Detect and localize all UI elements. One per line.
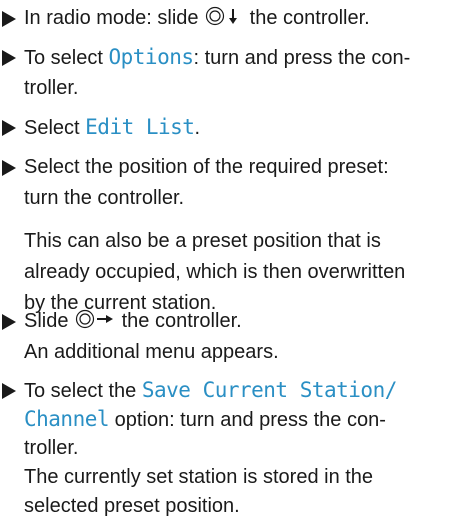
step-text: option: turn and press the con- [114, 409, 386, 431]
step-text: : turn and press the con- [193, 47, 411, 69]
menu-term-channel: Channel [24, 407, 110, 431]
menu-term-options: Options [108, 45, 195, 69]
note-text: This can also be a preset position that … [24, 230, 381, 252]
triangle-right-icon [2, 376, 16, 405]
step-text: troller. [24, 77, 79, 99]
step-text: To select the [24, 380, 137, 402]
step-text: Slide [24, 310, 69, 332]
step-text: turn the controller. [24, 187, 185, 209]
triangle-right-icon [2, 4, 16, 33]
note-text: already occupied, which is then overwrit… [24, 261, 406, 283]
menu-term-edit-list: Edit List [85, 115, 195, 139]
step-text: troller. [24, 437, 79, 459]
instruction-page: In radio mode: slide the controller. To … [0, 0, 468, 517]
step-text: selected preset position. [24, 495, 240, 517]
triangle-right-icon [2, 153, 16, 182]
controller-dial-icon [75, 309, 114, 329]
step-text: Select the position of the required pres… [24, 156, 389, 178]
step-text: the controller. [249, 7, 370, 29]
controller-dial-icon [206, 6, 238, 26]
triangle-right-icon [2, 307, 16, 336]
step-text: To select [24, 47, 103, 69]
triangle-right-icon [2, 43, 16, 72]
step-text: An additional menu appears. [24, 341, 279, 363]
menu-term-save-current-station: Save Current Station/ [141, 378, 398, 402]
triangle-right-icon [2, 113, 16, 142]
step-text: . [194, 117, 201, 139]
step-text: Select [24, 117, 80, 139]
step-text: In radio mode: slide [24, 7, 199, 29]
step-text: The currently set station is stored in t… [24, 466, 374, 488]
step-text: the controller. [121, 310, 242, 332]
